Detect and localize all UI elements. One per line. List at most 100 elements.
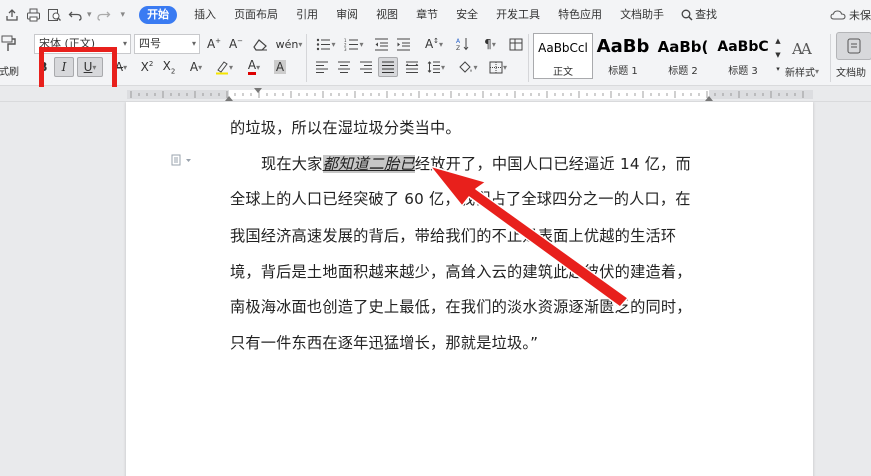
- tab-references[interactable]: 引用: [296, 0, 318, 30]
- outdent-icon: [374, 38, 388, 50]
- style-heading-2[interactable]: AaBb( 标题 2: [653, 33, 713, 79]
- tab-developer[interactable]: 开发工具: [496, 0, 540, 30]
- tab-view[interactable]: 视图: [376, 0, 398, 30]
- search-button[interactable]: 查找: [681, 0, 717, 30]
- unsaved-indicator[interactable]: 未保: [830, 0, 871, 30]
- tab-insert[interactable]: 插入: [194, 0, 216, 30]
- style-sample: AaBbCcl: [538, 41, 588, 55]
- show-hide-marks-button[interactable]: ¶ ▾: [478, 35, 502, 53]
- style-heading-1[interactable]: AaBb 标题 1: [593, 33, 653, 79]
- tab-review[interactable]: 审阅: [336, 0, 358, 30]
- bullet-list-icon: [317, 38, 331, 50]
- style-heading-3[interactable]: AaBbC 标题 3: [713, 33, 773, 79]
- svg-text:A: A: [800, 40, 812, 58]
- doc-assistant-label: 文档助: [836, 67, 866, 79]
- distributed-icon: [405, 61, 419, 73]
- quick-access-toolbar: ▾ ▾: [0, 0, 125, 30]
- line-spacing-icon: [427, 61, 440, 73]
- phonetic-icon: wén: [275, 37, 299, 51]
- sort-button[interactable]: AZ: [455, 35, 471, 53]
- undo-dropdown-icon[interactable]: ▾: [87, 10, 92, 20]
- char-shading-icon: A: [273, 60, 287, 74]
- justify-button[interactable]: [378, 57, 398, 77]
- svg-text:A: A: [456, 38, 461, 45]
- highlight-button[interactable]: ▾: [212, 58, 236, 76]
- align-center-button[interactable]: [336, 58, 352, 76]
- paint-bucket-icon: [459, 61, 472, 73]
- ribbon-divider: [528, 34, 529, 82]
- tab-page-layout[interactable]: 页面布局: [234, 0, 278, 30]
- styles-scroll-down-button[interactable]: ▼: [773, 48, 783, 62]
- ruler-scale: [127, 88, 813, 101]
- superscript-button[interactable]: X2: [138, 58, 156, 76]
- numbered-list-icon: 123: [344, 38, 359, 51]
- tab-special-apps[interactable]: 特色应用: [558, 0, 602, 30]
- increase-indent-button[interactable]: [394, 35, 412, 53]
- font-name-dropdown-icon: ▾: [122, 39, 127, 48]
- text-effect-button[interactable]: A ▾: [185, 58, 207, 76]
- print-preview-icon[interactable]: [45, 6, 63, 24]
- indent-icon: [396, 38, 410, 50]
- grow-font-button[interactable]: A+: [206, 35, 222, 53]
- format-painter-label: 式刷: [0, 66, 19, 78]
- new-style-icon: AA: [791, 40, 812, 58]
- distributed-button[interactable]: [404, 58, 420, 76]
- shading-button[interactable]: ▾: [455, 58, 481, 76]
- phonetic-guide-button[interactable]: wén ▾: [275, 35, 303, 53]
- doc-assistant-icon: [847, 38, 861, 54]
- document-area[interactable]: 的垃圾，所以在湿垃圾分类当中。 现在大家都知道二胎已经放开了，中国人口已经逼近 …: [0, 102, 871, 476]
- cloud-icon: [830, 10, 846, 20]
- align-left-button[interactable]: [314, 58, 330, 76]
- shrink-font-button[interactable]: A−: [228, 35, 244, 53]
- bullets-button[interactable]: ▾: [314, 35, 338, 53]
- numbering-button[interactable]: 1 2 3 ▾: [342, 35, 366, 53]
- subscript-icon: X2: [162, 58, 176, 76]
- tab-security[interactable]: 安全: [456, 0, 478, 30]
- ribbon-toolbar: 式刷 宋体 (正文) ▾ 四号 ▾ A+ A− wén ▾ B I U ▾ A ▾ X…: [0, 30, 871, 99]
- paragraph-mark-icon: ¶: [484, 37, 492, 51]
- subscript-button[interactable]: X2: [160, 58, 178, 76]
- tab-doc-assistant[interactable]: 文档助手: [620, 0, 664, 30]
- redo-icon[interactable]: [95, 6, 113, 24]
- highlighter-icon: [215, 60, 228, 74]
- borders-button[interactable]: ▾: [486, 58, 510, 76]
- style-name: 正文: [553, 67, 573, 78]
- align-right-icon: [360, 61, 372, 73]
- new-style-button[interactable]: AA: [786, 36, 816, 60]
- style-sample: AaBbC: [717, 39, 769, 55]
- grow-font-icon: A+: [206, 37, 222, 51]
- style-sample: AaBb: [596, 36, 650, 57]
- tab-home[interactable]: 开始: [139, 6, 178, 24]
- new-style-label: 新样式 ▾: [784, 66, 819, 79]
- doc-assistant-button[interactable]: [836, 32, 871, 60]
- font-size-select[interactable]: 四号 ▾: [134, 34, 200, 54]
- format-painter-button[interactable]: [0, 32, 20, 56]
- customize-chevron-icon[interactable]: ▾: [121, 10, 126, 20]
- table-tool-button[interactable]: [508, 35, 524, 53]
- tab-section[interactable]: 章节: [416, 0, 438, 30]
- line-spacing-button[interactable]: ▾: [424, 58, 448, 76]
- align-right-button[interactable]: [358, 58, 374, 76]
- align-left-icon: [316, 61, 328, 73]
- style-normal[interactable]: AaBbCcl 正文: [533, 33, 593, 79]
- borders-icon: [489, 61, 503, 73]
- ribbon-divider: [306, 34, 307, 82]
- style-name: 标题 3: [728, 66, 758, 77]
- decrease-indent-button[interactable]: [372, 35, 390, 53]
- styles-scroll-up-button[interactable]: ▲: [773, 34, 783, 48]
- clear-format-button[interactable]: [251, 35, 269, 53]
- print-icon[interactable]: [24, 6, 42, 24]
- style-name: 标题 1: [608, 66, 638, 77]
- align-center-icon: [338, 61, 350, 73]
- font-color-icon: A: [247, 59, 257, 75]
- share-icon[interactable]: [3, 6, 21, 24]
- search-label: 查找: [695, 8, 718, 21]
- unsaved-label: 未保: [849, 9, 871, 22]
- font-color-button[interactable]: A ▾: [242, 58, 266, 76]
- font-size-dropdown-icon: ▾: [191, 39, 196, 48]
- chinese-layout-button[interactable]: A↕ ▾: [422, 35, 446, 53]
- undo-icon[interactable]: [66, 6, 84, 24]
- char-shading-button[interactable]: A: [272, 58, 288, 76]
- horizontal-ruler[interactable]: [0, 87, 871, 102]
- svg-text:3: 3: [344, 47, 347, 51]
